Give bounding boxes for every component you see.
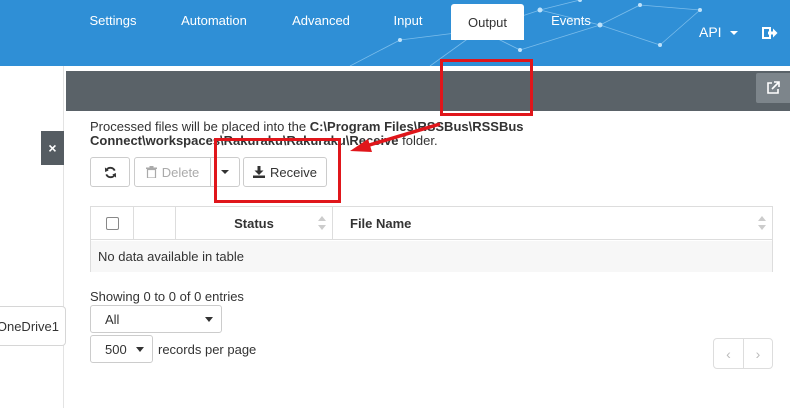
empty-table-message: No data available in table	[98, 249, 244, 264]
page-size-label: records per page	[158, 342, 257, 357]
files-table: Status File Name No data available in ta…	[90, 206, 773, 272]
select-all-column	[91, 207, 134, 240]
close-panel-button[interactable]: ×	[41, 131, 64, 165]
action-column-header	[134, 207, 176, 240]
next-page-button[interactable]: ›	[742, 339, 772, 368]
chevron-down-icon	[136, 347, 144, 352]
chevron-down-icon	[729, 31, 738, 35]
table-empty-row: No data available in table	[91, 241, 772, 272]
open-external-button[interactable]	[756, 73, 790, 103]
tab-advanced[interactable]: Advanced	[276, 0, 366, 40]
logout-icon[interactable]	[762, 25, 778, 41]
tab-automation[interactable]: Automation	[165, 0, 263, 40]
description-prefix: Processed files will be placed into the	[90, 119, 310, 134]
tab-input[interactable]: Input	[378, 0, 438, 40]
connector-item-label: OneDrive1	[0, 318, 59, 334]
tab-settings[interactable]: Settings	[74, 0, 152, 40]
receive-button-label: Receive	[270, 164, 317, 180]
app-root: API × OneDrive1 Settings Automation Adva…	[0, 0, 790, 408]
refresh-icon	[104, 166, 116, 178]
select-all-checkbox[interactable]	[105, 217, 119, 230]
status-column-label: Status	[234, 216, 274, 231]
status-filter-select[interactable]: All	[90, 305, 222, 333]
status-column-header[interactable]: Status	[176, 207, 333, 240]
tab-events[interactable]: Events	[536, 0, 606, 40]
pagination: ‹ ›	[713, 338, 773, 369]
left-pane	[0, 66, 64, 408]
sort-icon	[318, 216, 326, 230]
output-description: Processed files will be placed into the …	[90, 120, 540, 148]
download-icon	[253, 166, 266, 178]
delete-button-label: Delete	[161, 164, 200, 180]
filename-column-header[interactable]: File Name	[333, 207, 772, 240]
refresh-button[interactable]	[90, 157, 130, 187]
chevron-down-icon	[205, 317, 213, 322]
delete-button[interactable]: Delete	[134, 157, 211, 187]
table-header: Status File Name	[91, 207, 772, 240]
page-size-select[interactable]: 500	[90, 335, 153, 363]
sort-icon	[758, 216, 766, 230]
more-actions-dropdown[interactable]	[210, 157, 240, 187]
table-info: Showing 0 to 0 of 0 entries	[90, 289, 244, 304]
api-menu[interactable]: API	[699, 24, 738, 40]
page-size-value: 500	[105, 341, 127, 357]
previous-page-button[interactable]: ‹	[714, 339, 743, 368]
tab-output[interactable]: Output	[451, 4, 524, 40]
status-filter-value: All	[105, 311, 120, 327]
tab-bar	[66, 71, 790, 111]
external-link-icon	[767, 81, 780, 94]
description-suffix: folder.	[398, 133, 438, 148]
api-menu-label: API	[699, 24, 722, 40]
trash-icon	[145, 166, 157, 178]
receive-button[interactable]: Receive	[243, 157, 327, 187]
chevron-down-icon	[221, 170, 229, 174]
connector-item-onedrive[interactable]: OneDrive1	[0, 306, 66, 346]
filename-column-label: File Name	[350, 216, 412, 231]
